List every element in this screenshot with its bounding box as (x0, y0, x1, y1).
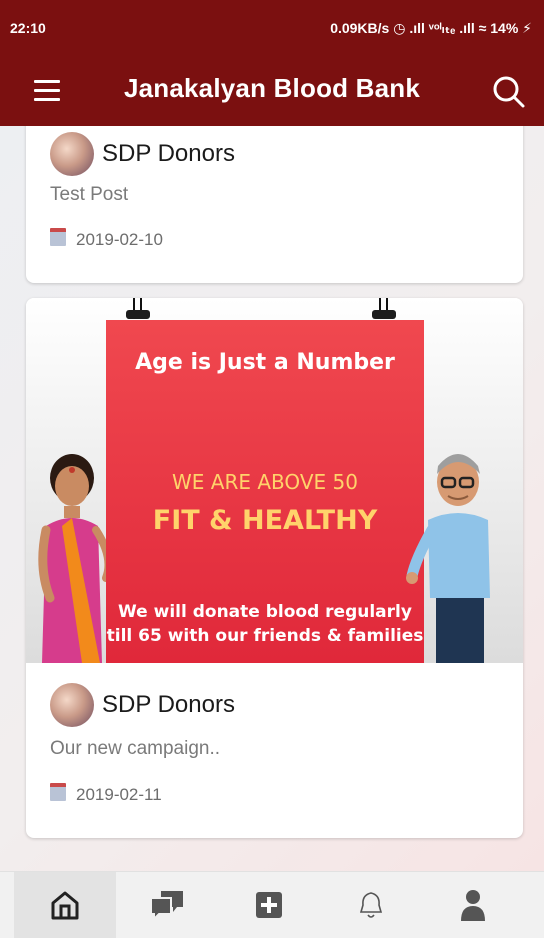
calendar-icon (50, 228, 66, 246)
poster-line3: We will donate blood regularly till 65 w… (106, 602, 424, 646)
nav-home[interactable] (14, 872, 116, 938)
post-author[interactable]: SDP Donors (102, 691, 235, 719)
poster-line1: WE ARE ABOVE 50 (172, 470, 358, 494)
clip-icon (372, 298, 396, 322)
clip-icon (126, 298, 150, 322)
campaign-poster: Age is Just a Number WE ARE ABOVE 50 FIT… (106, 320, 424, 663)
home-icon (51, 891, 79, 920)
woman-illustration (38, 454, 113, 663)
man-illustration (406, 454, 490, 663)
post-card[interactable]: SDP Donors Test Post 2019-02-10 (26, 126, 523, 283)
post-date-text: 2019-02-11 (76, 785, 162, 804)
profile-icon (461, 890, 485, 921)
nav-profile[interactable] (422, 872, 524, 938)
poster-heading: Age is Just a Number (135, 350, 395, 375)
poster-line2: FIT & HEALTHY (152, 505, 378, 536)
app-title: Janakalyan Blood Bank (123, 73, 421, 103)
nav-notifications[interactable] (320, 872, 422, 938)
nav-chat[interactable] (116, 872, 218, 938)
post-date: 2019-02-11 (50, 783, 162, 805)
post-text: Test Post (50, 184, 129, 205)
avatar[interactable] (50, 683, 94, 727)
post-feed[interactable]: SDP Donors Test Post 2019-02-10 Age is J… (0, 126, 544, 871)
post-date: 2019-02-10 (50, 228, 163, 250)
add-icon (256, 892, 282, 918)
status-time: 22:10 (10, 20, 46, 36)
avatar[interactable] (50, 132, 94, 176)
post-text: Our new campaign.. (50, 738, 221, 759)
nav-add[interactable] (218, 872, 320, 938)
post-date-text: 2019-02-10 (76, 230, 163, 249)
search-icon[interactable] (490, 73, 526, 109)
chat-icon (150, 891, 183, 922)
post-card[interactable]: Age is Just a Number WE ARE ABOVE 50 FIT… (26, 298, 523, 838)
post-image[interactable]: Age is Just a Number WE ARE ABOVE 50 FIT… (26, 298, 523, 663)
bottom-nav (0, 871, 544, 938)
app-bar: Janakalyan Blood Bank (0, 58, 544, 126)
status-indicators: 0.09KB/s ◷ .ıll ᵛᵒˡₗₜₑ .ıll ≈ 14% ⚡ (330, 20, 532, 36)
bell-icon (359, 892, 383, 918)
post-author[interactable]: SDP Donors (102, 140, 235, 168)
status-bar: 22:10 0.09KB/s ◷ .ıll ᵛᵒˡₗₜₑ .ıll ≈ 14% … (0, 0, 544, 58)
calendar-icon (50, 783, 66, 801)
